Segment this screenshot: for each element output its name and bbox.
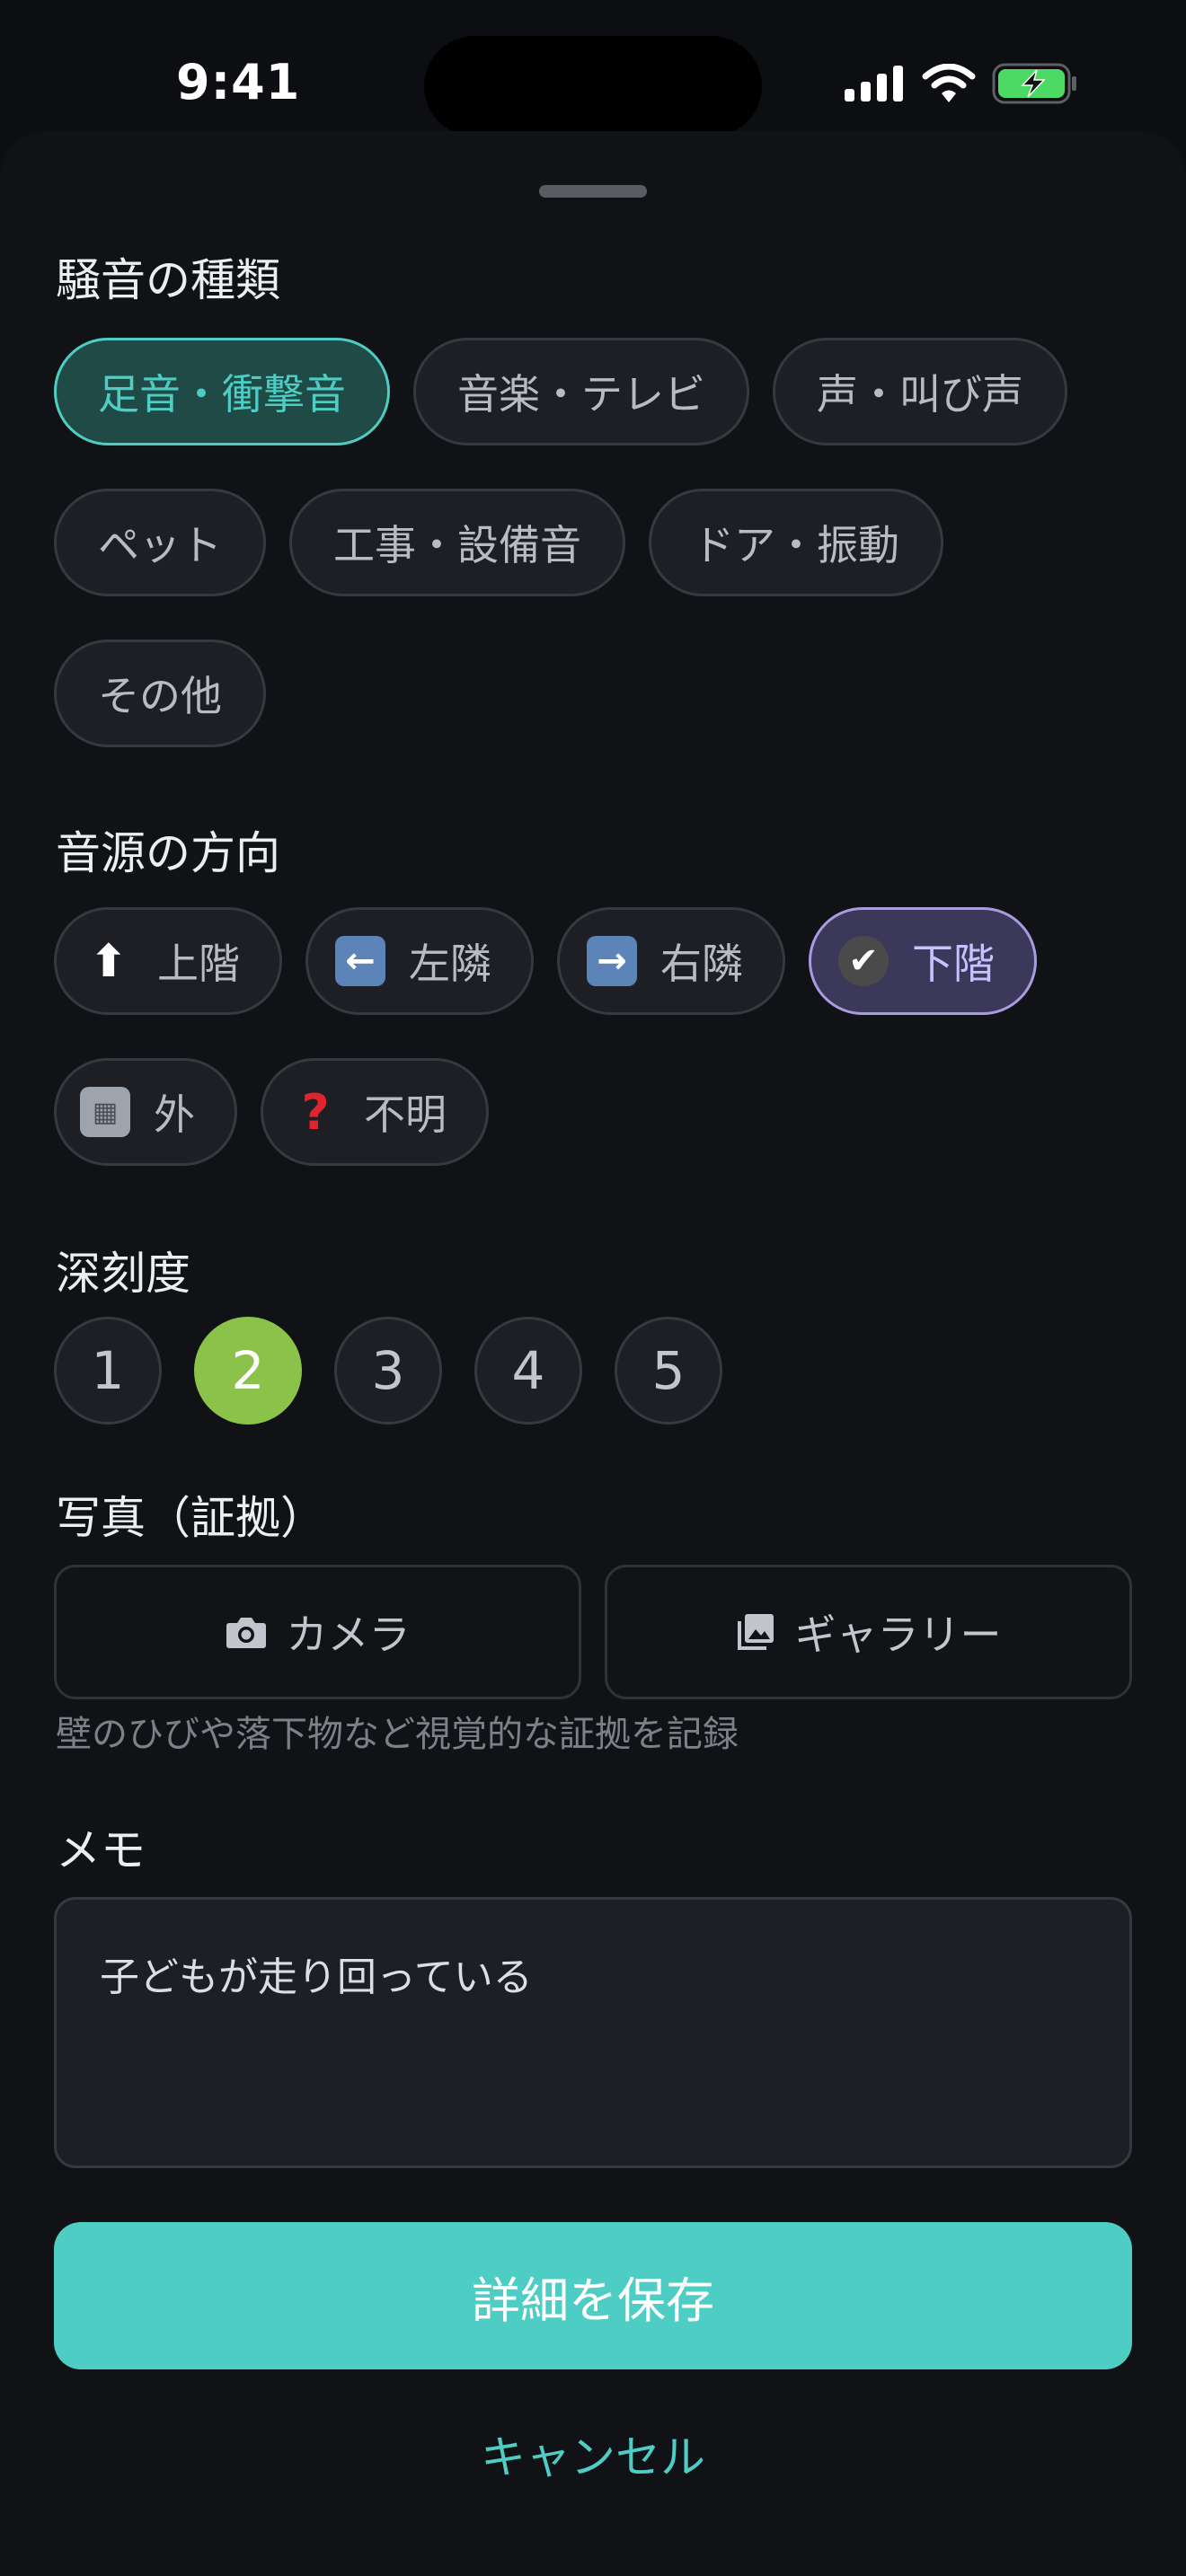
status-time: 9:41 xyxy=(176,54,301,110)
direction-chip-label: 下階 xyxy=(912,940,995,988)
direction-chip-label: 左隣 xyxy=(409,940,491,988)
memo-textarea[interactable]: 子どもが走り回っている xyxy=(54,1897,1132,2168)
noise-chip-construction[interactable]: 工事・設備音 xyxy=(289,489,625,596)
noise-chip-other[interactable]: その他 xyxy=(54,640,266,747)
camera-icon xyxy=(226,1618,266,1648)
noise-type-row-2: ペット 工事・設備音 ドア・振動 xyxy=(54,489,943,596)
photo-hint: 壁のひびや落下物など視覚的な証拠を記録 xyxy=(56,1714,739,1755)
up-arrow-icon: ⬆ xyxy=(90,935,128,987)
battery-charging-icon xyxy=(992,63,1076,104)
noise-chip-voices[interactable]: 声・叫び声 xyxy=(773,338,1067,446)
severity-level-2[interactable]: 2 xyxy=(194,1317,302,1425)
direction-title: 音源の方向 xyxy=(56,827,280,879)
camera-button[interactable]: カメラ xyxy=(54,1565,581,1699)
severity-level-1[interactable]: 1 xyxy=(54,1317,162,1425)
direction-chip-right[interactable]: → 右隣 xyxy=(557,907,785,1015)
photo-buttons: カメラ ギャラリー xyxy=(54,1565,1132,1699)
save-details-button[interactable]: 詳細を保存 xyxy=(54,2222,1132,2369)
noise-type-row-3: その他 xyxy=(54,640,266,747)
check-box-icon: ✔ xyxy=(838,936,889,986)
status-icons xyxy=(845,63,1078,104)
cancel-button[interactable]: キャンセル xyxy=(0,2418,1186,2490)
right-arrow-icon: → xyxy=(587,936,637,986)
gallery-icon xyxy=(737,1614,774,1650)
memo-title: メモ xyxy=(56,1824,146,1876)
gallery-button-label: ギャラリー xyxy=(794,1610,1002,1659)
status-bar: 9:41 xyxy=(0,0,1186,137)
dynamic-island xyxy=(424,36,762,137)
noise-chip-music-tv[interactable]: 音楽・テレビ xyxy=(413,338,749,446)
sheet-grabber[interactable] xyxy=(539,185,647,198)
noise-chip-pet[interactable]: ペット xyxy=(54,489,266,596)
photo-title: 写真（証拠） xyxy=(56,1492,325,1544)
direction-chip-unknown[interactable]: ? 不明 xyxy=(261,1058,489,1166)
direction-chip-label: 上階 xyxy=(157,940,240,988)
severity-level-3[interactable]: 3 xyxy=(334,1317,442,1425)
direction-chip-downstairs[interactable]: ✔ 下階 xyxy=(809,907,1037,1015)
noise-type-row-1: 足音・衝撃音 音楽・テレビ 声・叫び声 xyxy=(54,338,1067,446)
direction-chip-upstairs[interactable]: ⬆ 上階 xyxy=(54,907,282,1015)
cellular-signal-icon xyxy=(845,66,903,101)
severity-row: 1 2 3 4 5 xyxy=(54,1317,722,1425)
building-icon: ▦ xyxy=(80,1087,130,1137)
direction-chip-label: 外 xyxy=(154,1090,195,1139)
noise-chip-footsteps[interactable]: 足音・衝撃音 xyxy=(54,338,390,446)
noise-type-title: 騒音の種類 xyxy=(56,254,280,306)
direction-row-1: ⬆ 上階 ← 左隣 → 右隣 ✔ 下階 xyxy=(54,907,1037,1015)
noise-chip-door-vibration[interactable]: ドア・振動 xyxy=(649,489,943,596)
severity-level-4[interactable]: 4 xyxy=(474,1317,582,1425)
severity-level-5[interactable]: 5 xyxy=(615,1317,722,1425)
direction-chip-outside[interactable]: ▦ 外 xyxy=(54,1058,237,1166)
left-arrow-icon: ← xyxy=(335,936,385,986)
details-sheet: 騒音の種類 足音・衝撃音 音楽・テレビ 声・叫び声 ペット 工事・設備音 ドア・… xyxy=(0,131,1186,2576)
question-mark-icon: ? xyxy=(301,1083,330,1141)
direction-chip-label: 不明 xyxy=(364,1090,447,1139)
direction-row-2: ▦ 外 ? 不明 xyxy=(54,1058,489,1166)
gallery-button[interactable]: ギャラリー xyxy=(605,1565,1132,1699)
direction-chip-label: 右隣 xyxy=(660,940,743,988)
direction-chip-left[interactable]: ← 左隣 xyxy=(305,907,534,1015)
wifi-icon xyxy=(922,64,976,102)
camera-button-label: カメラ xyxy=(286,1610,411,1659)
severity-title: 深刻度 xyxy=(56,1248,190,1300)
